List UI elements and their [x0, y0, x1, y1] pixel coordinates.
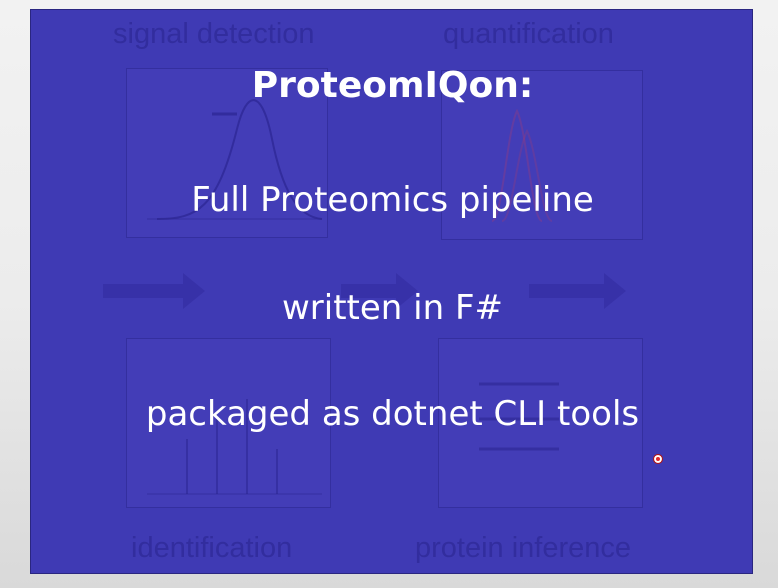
pointer-dot-icon [653, 454, 663, 464]
slide-bullet-pipeline: Full Proteomics pipeline [191, 180, 594, 220]
bg-label-signal-detection: signal detection [113, 18, 315, 50]
bg-label-quantification: quantification [443, 18, 614, 50]
slide-bullet-language: written in F# [281, 288, 504, 328]
bg-label-identification: identification [131, 532, 293, 564]
presentation-slide: signal detection quantification identifi… [30, 9, 753, 574]
bg-label-protein-inference: protein inference [415, 532, 632, 564]
slide-title: ProteomIQon: [251, 65, 534, 106]
slide-bullet-packaging: packaged as dotnet CLI tools [145, 394, 640, 434]
